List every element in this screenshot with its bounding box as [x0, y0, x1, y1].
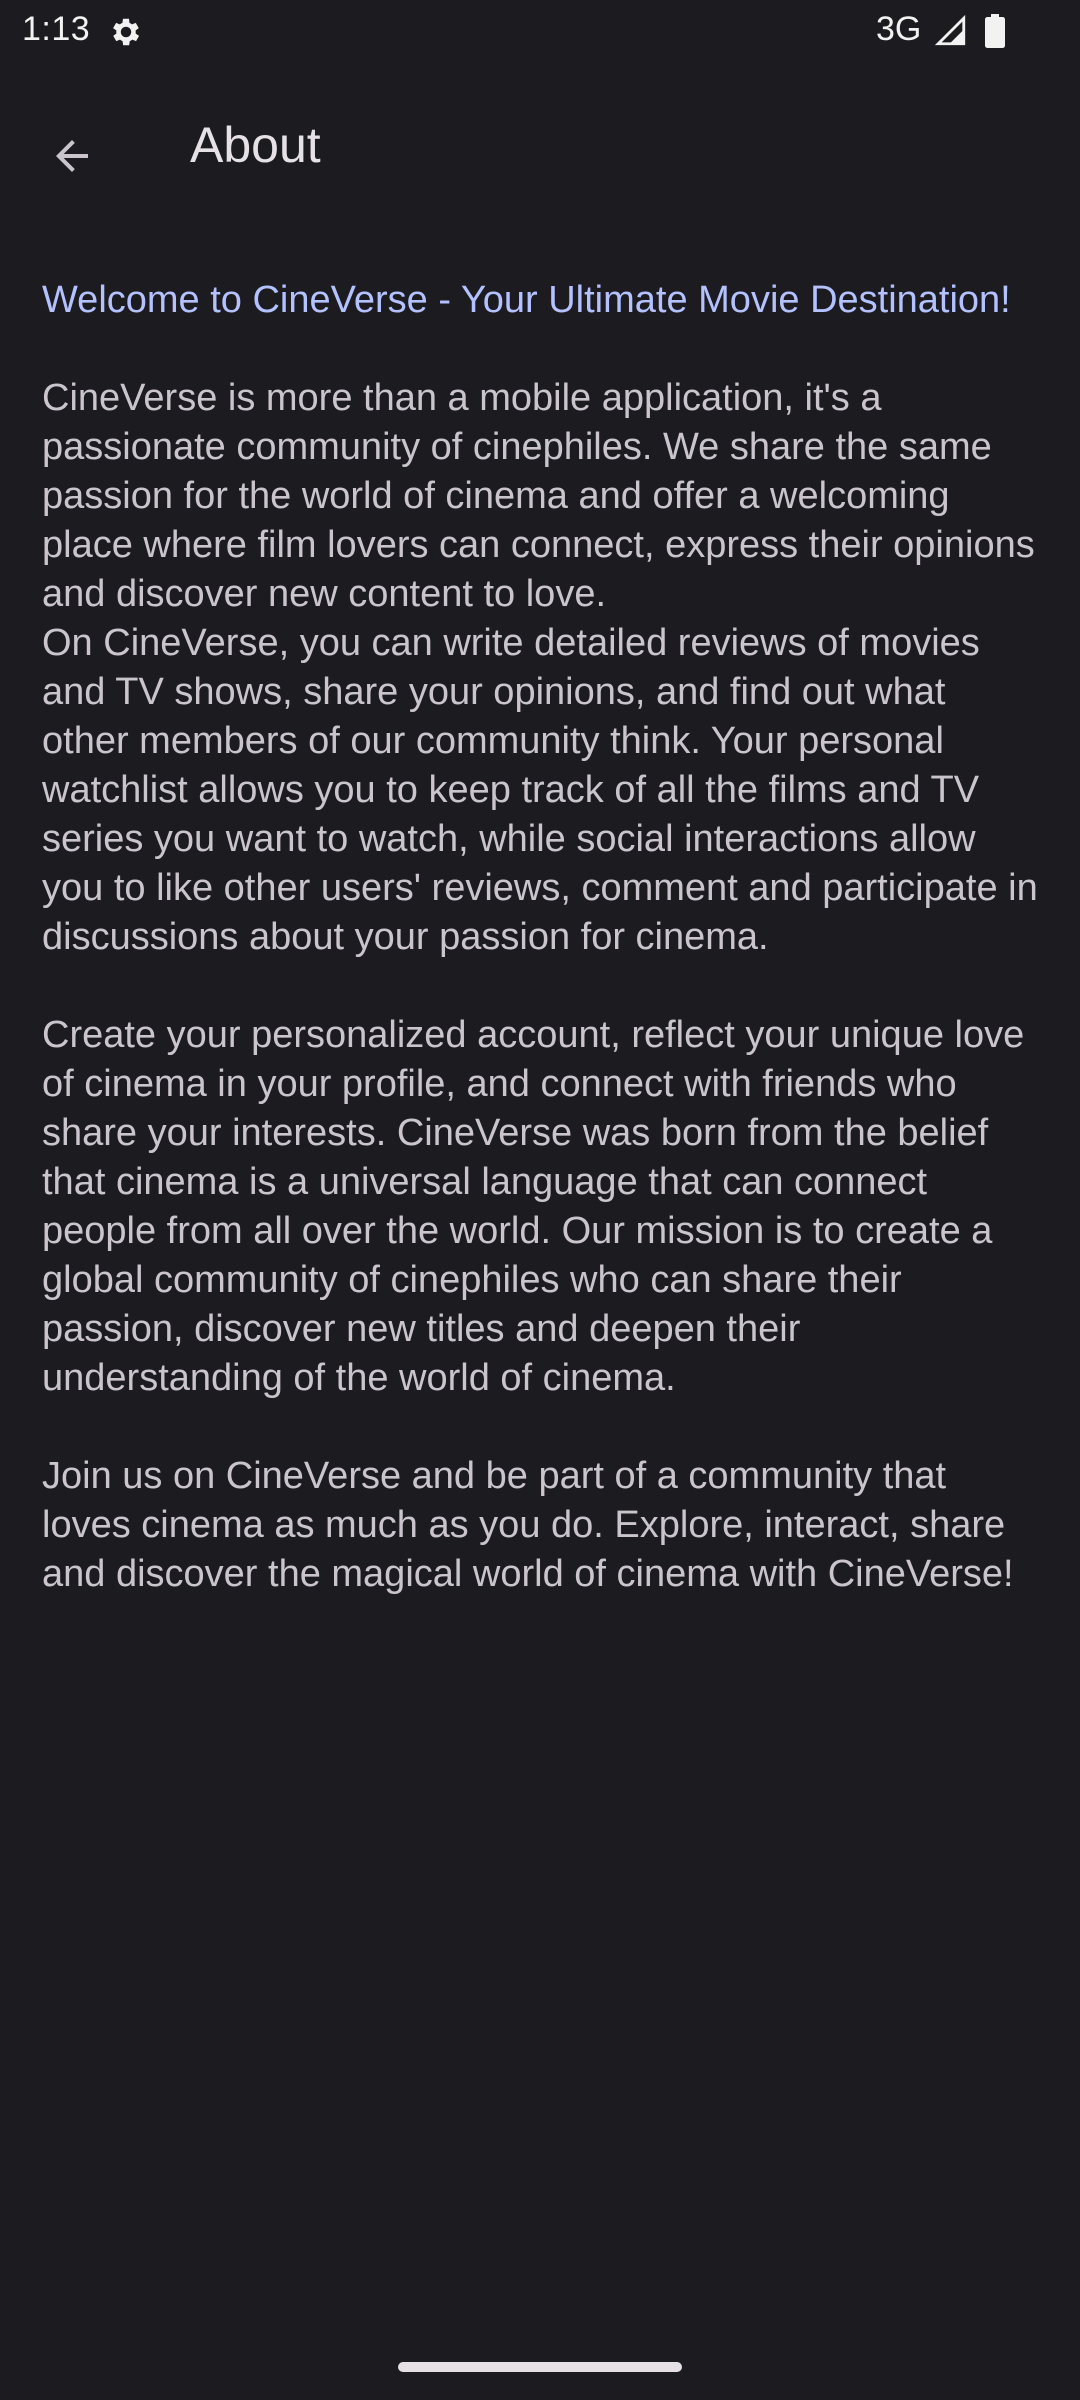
- about-paragraph: Join us on CineVerse and be part of a co…: [42, 1455, 1016, 1595]
- status-time: 1:13: [22, 10, 91, 48]
- network-type: 3G: [876, 10, 922, 48]
- home-indicator[interactable]: [398, 2362, 682, 2372]
- gear-icon: [108, 14, 144, 50]
- page-title: About: [190, 117, 321, 173]
- about-paragraph: Create your personalized account, reflec…: [42, 1014, 1035, 1399]
- arrow-back-icon: [48, 132, 96, 185]
- about-content: Welcome to CineVerse - Your Ultimate Mov…: [42, 276, 1042, 1599]
- back-button[interactable]: [24, 110, 120, 206]
- app-bar: About: [0, 64, 1080, 232]
- signal-icon: [934, 14, 968, 48]
- about-paragraph: On CineVerse, you can write detailed rev…: [42, 622, 1049, 958]
- battery-icon: [985, 14, 1005, 48]
- about-paragraph: CineVerse is more than a mobile applicat…: [42, 377, 1046, 615]
- status-bar: 1:13 3G: [0, 0, 1080, 64]
- welcome-headline: Welcome to CineVerse - Your Ultimate Mov…: [42, 279, 1011, 321]
